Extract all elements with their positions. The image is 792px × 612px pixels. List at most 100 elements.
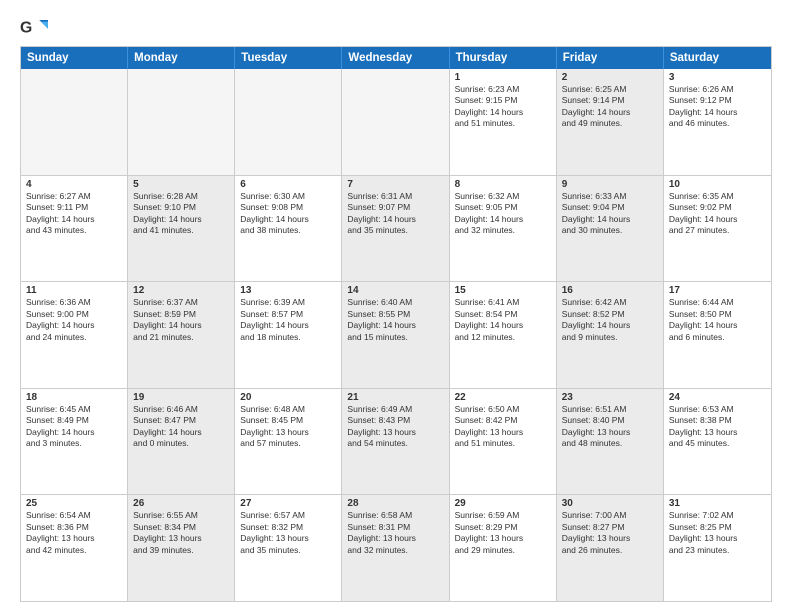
day-number: 16: [562, 285, 658, 296]
logo: G: [20, 16, 52, 38]
calendar-cell: 26Sunrise: 6:55 AM Sunset: 8:34 PM Dayli…: [128, 495, 235, 601]
calendar-cell: 5Sunrise: 6:28 AM Sunset: 9:10 PM Daylig…: [128, 176, 235, 282]
header: G: [20, 16, 772, 38]
calendar-cell: 29Sunrise: 6:59 AM Sunset: 8:29 PM Dayli…: [450, 495, 557, 601]
calendar-cell: 11Sunrise: 6:36 AM Sunset: 9:00 PM Dayli…: [21, 282, 128, 388]
day-info: Sunrise: 6:36 AM Sunset: 9:00 PM Dayligh…: [26, 297, 122, 343]
day-header-wednesday: Wednesday: [342, 47, 449, 69]
calendar-cell: 16Sunrise: 6:42 AM Sunset: 8:52 PM Dayli…: [557, 282, 664, 388]
calendar-header: SundayMondayTuesdayWednesdayThursdayFrid…: [21, 47, 771, 69]
day-info: Sunrise: 6:51 AM Sunset: 8:40 PM Dayligh…: [562, 404, 658, 450]
day-number: 22: [455, 392, 551, 403]
day-info: Sunrise: 6:30 AM Sunset: 9:08 PM Dayligh…: [240, 191, 336, 237]
day-number: 3: [669, 72, 766, 83]
day-number: 15: [455, 285, 551, 296]
calendar-week-2: 4Sunrise: 6:27 AM Sunset: 9:11 PM Daylig…: [21, 176, 771, 283]
day-number: 28: [347, 498, 443, 509]
day-number: 9: [562, 179, 658, 190]
calendar-cell: 25Sunrise: 6:54 AM Sunset: 8:36 PM Dayli…: [21, 495, 128, 601]
day-number: 2: [562, 72, 658, 83]
calendar-cell: [342, 69, 449, 175]
calendar-cell: 14Sunrise: 6:40 AM Sunset: 8:55 PM Dayli…: [342, 282, 449, 388]
calendar-cell: 13Sunrise: 6:39 AM Sunset: 8:57 PM Dayli…: [235, 282, 342, 388]
calendar-cell: 2Sunrise: 6:25 AM Sunset: 9:14 PM Daylig…: [557, 69, 664, 175]
day-info: Sunrise: 7:02 AM Sunset: 8:25 PM Dayligh…: [669, 510, 766, 556]
calendar-week-1: 1Sunrise: 6:23 AM Sunset: 9:15 PM Daylig…: [21, 69, 771, 176]
day-number: 31: [669, 498, 766, 509]
page: G SundayMondayTuesdayWednesdayThursdayFr…: [0, 0, 792, 612]
day-number: 20: [240, 392, 336, 403]
day-info: Sunrise: 6:48 AM Sunset: 8:45 PM Dayligh…: [240, 404, 336, 450]
calendar-cell: 6Sunrise: 6:30 AM Sunset: 9:08 PM Daylig…: [235, 176, 342, 282]
day-info: Sunrise: 6:31 AM Sunset: 9:07 PM Dayligh…: [347, 191, 443, 237]
calendar-cell: 27Sunrise: 6:57 AM Sunset: 8:32 PM Dayli…: [235, 495, 342, 601]
day-header-tuesday: Tuesday: [235, 47, 342, 69]
calendar-cell: 28Sunrise: 6:58 AM Sunset: 8:31 PM Dayli…: [342, 495, 449, 601]
day-number: 1: [455, 72, 551, 83]
calendar-cell: 21Sunrise: 6:49 AM Sunset: 8:43 PM Dayli…: [342, 389, 449, 495]
day-info: Sunrise: 6:59 AM Sunset: 8:29 PM Dayligh…: [455, 510, 551, 556]
calendar-cell: 18Sunrise: 6:45 AM Sunset: 8:49 PM Dayli…: [21, 389, 128, 495]
calendar-cell: 15Sunrise: 6:41 AM Sunset: 8:54 PM Dayli…: [450, 282, 557, 388]
calendar-cell: 9Sunrise: 6:33 AM Sunset: 9:04 PM Daylig…: [557, 176, 664, 282]
calendar-cell: 10Sunrise: 6:35 AM Sunset: 9:02 PM Dayli…: [664, 176, 771, 282]
day-number: 5: [133, 179, 229, 190]
calendar-cell: 8Sunrise: 6:32 AM Sunset: 9:05 PM Daylig…: [450, 176, 557, 282]
day-header-sunday: Sunday: [21, 47, 128, 69]
calendar-cell: [21, 69, 128, 175]
calendar-cell: 23Sunrise: 6:51 AM Sunset: 8:40 PM Dayli…: [557, 389, 664, 495]
day-number: 10: [669, 179, 766, 190]
day-info: Sunrise: 6:39 AM Sunset: 8:57 PM Dayligh…: [240, 297, 336, 343]
day-header-friday: Friday: [557, 47, 664, 69]
calendar-cell: 4Sunrise: 6:27 AM Sunset: 9:11 PM Daylig…: [21, 176, 128, 282]
day-number: 4: [26, 179, 122, 190]
calendar-cell: 17Sunrise: 6:44 AM Sunset: 8:50 PM Dayli…: [664, 282, 771, 388]
day-info: Sunrise: 6:37 AM Sunset: 8:59 PM Dayligh…: [133, 297, 229, 343]
day-number: 18: [26, 392, 122, 403]
day-number: 13: [240, 285, 336, 296]
svg-text:G: G: [20, 19, 32, 36]
logo-area: G: [20, 16, 52, 38]
day-info: Sunrise: 6:23 AM Sunset: 9:15 PM Dayligh…: [455, 84, 551, 130]
day-info: Sunrise: 6:42 AM Sunset: 8:52 PM Dayligh…: [562, 297, 658, 343]
day-info: Sunrise: 6:49 AM Sunset: 8:43 PM Dayligh…: [347, 404, 443, 450]
calendar-cell: 1Sunrise: 6:23 AM Sunset: 9:15 PM Daylig…: [450, 69, 557, 175]
day-info: Sunrise: 6:27 AM Sunset: 9:11 PM Dayligh…: [26, 191, 122, 237]
calendar-cell: 19Sunrise: 6:46 AM Sunset: 8:47 PM Dayli…: [128, 389, 235, 495]
day-number: 30: [562, 498, 658, 509]
calendar-cell: 22Sunrise: 6:50 AM Sunset: 8:42 PM Dayli…: [450, 389, 557, 495]
calendar-week-4: 18Sunrise: 6:45 AM Sunset: 8:49 PM Dayli…: [21, 389, 771, 496]
day-info: Sunrise: 6:32 AM Sunset: 9:05 PM Dayligh…: [455, 191, 551, 237]
day-number: 27: [240, 498, 336, 509]
day-header-thursday: Thursday: [450, 47, 557, 69]
day-info: Sunrise: 6:58 AM Sunset: 8:31 PM Dayligh…: [347, 510, 443, 556]
day-number: 21: [347, 392, 443, 403]
calendar-cell: 12Sunrise: 6:37 AM Sunset: 8:59 PM Dayli…: [128, 282, 235, 388]
calendar-cell: 7Sunrise: 6:31 AM Sunset: 9:07 PM Daylig…: [342, 176, 449, 282]
day-info: Sunrise: 6:26 AM Sunset: 9:12 PM Dayligh…: [669, 84, 766, 130]
calendar-cell: 31Sunrise: 7:02 AM Sunset: 8:25 PM Dayli…: [664, 495, 771, 601]
calendar-cell: 30Sunrise: 7:00 AM Sunset: 8:27 PM Dayli…: [557, 495, 664, 601]
day-number: 6: [240, 179, 336, 190]
day-info: Sunrise: 6:46 AM Sunset: 8:47 PM Dayligh…: [133, 404, 229, 450]
day-number: 29: [455, 498, 551, 509]
day-info: Sunrise: 6:40 AM Sunset: 8:55 PM Dayligh…: [347, 297, 443, 343]
day-info: Sunrise: 6:50 AM Sunset: 8:42 PM Dayligh…: [455, 404, 551, 450]
day-info: Sunrise: 6:57 AM Sunset: 8:32 PM Dayligh…: [240, 510, 336, 556]
calendar-cell: [128, 69, 235, 175]
day-info: Sunrise: 6:53 AM Sunset: 8:38 PM Dayligh…: [669, 404, 766, 450]
day-number: 7: [347, 179, 443, 190]
calendar-week-5: 25Sunrise: 6:54 AM Sunset: 8:36 PM Dayli…: [21, 495, 771, 601]
day-info: Sunrise: 6:28 AM Sunset: 9:10 PM Dayligh…: [133, 191, 229, 237]
day-number: 24: [669, 392, 766, 403]
calendar-cell: [235, 69, 342, 175]
day-number: 25: [26, 498, 122, 509]
day-header-monday: Monday: [128, 47, 235, 69]
day-info: Sunrise: 6:44 AM Sunset: 8:50 PM Dayligh…: [669, 297, 766, 343]
day-number: 26: [133, 498, 229, 509]
day-info: Sunrise: 6:35 AM Sunset: 9:02 PM Dayligh…: [669, 191, 766, 237]
day-info: Sunrise: 7:00 AM Sunset: 8:27 PM Dayligh…: [562, 510, 658, 556]
day-info: Sunrise: 6:33 AM Sunset: 9:04 PM Dayligh…: [562, 191, 658, 237]
calendar-week-3: 11Sunrise: 6:36 AM Sunset: 9:00 PM Dayli…: [21, 282, 771, 389]
calendar-cell: 20Sunrise: 6:48 AM Sunset: 8:45 PM Dayli…: [235, 389, 342, 495]
